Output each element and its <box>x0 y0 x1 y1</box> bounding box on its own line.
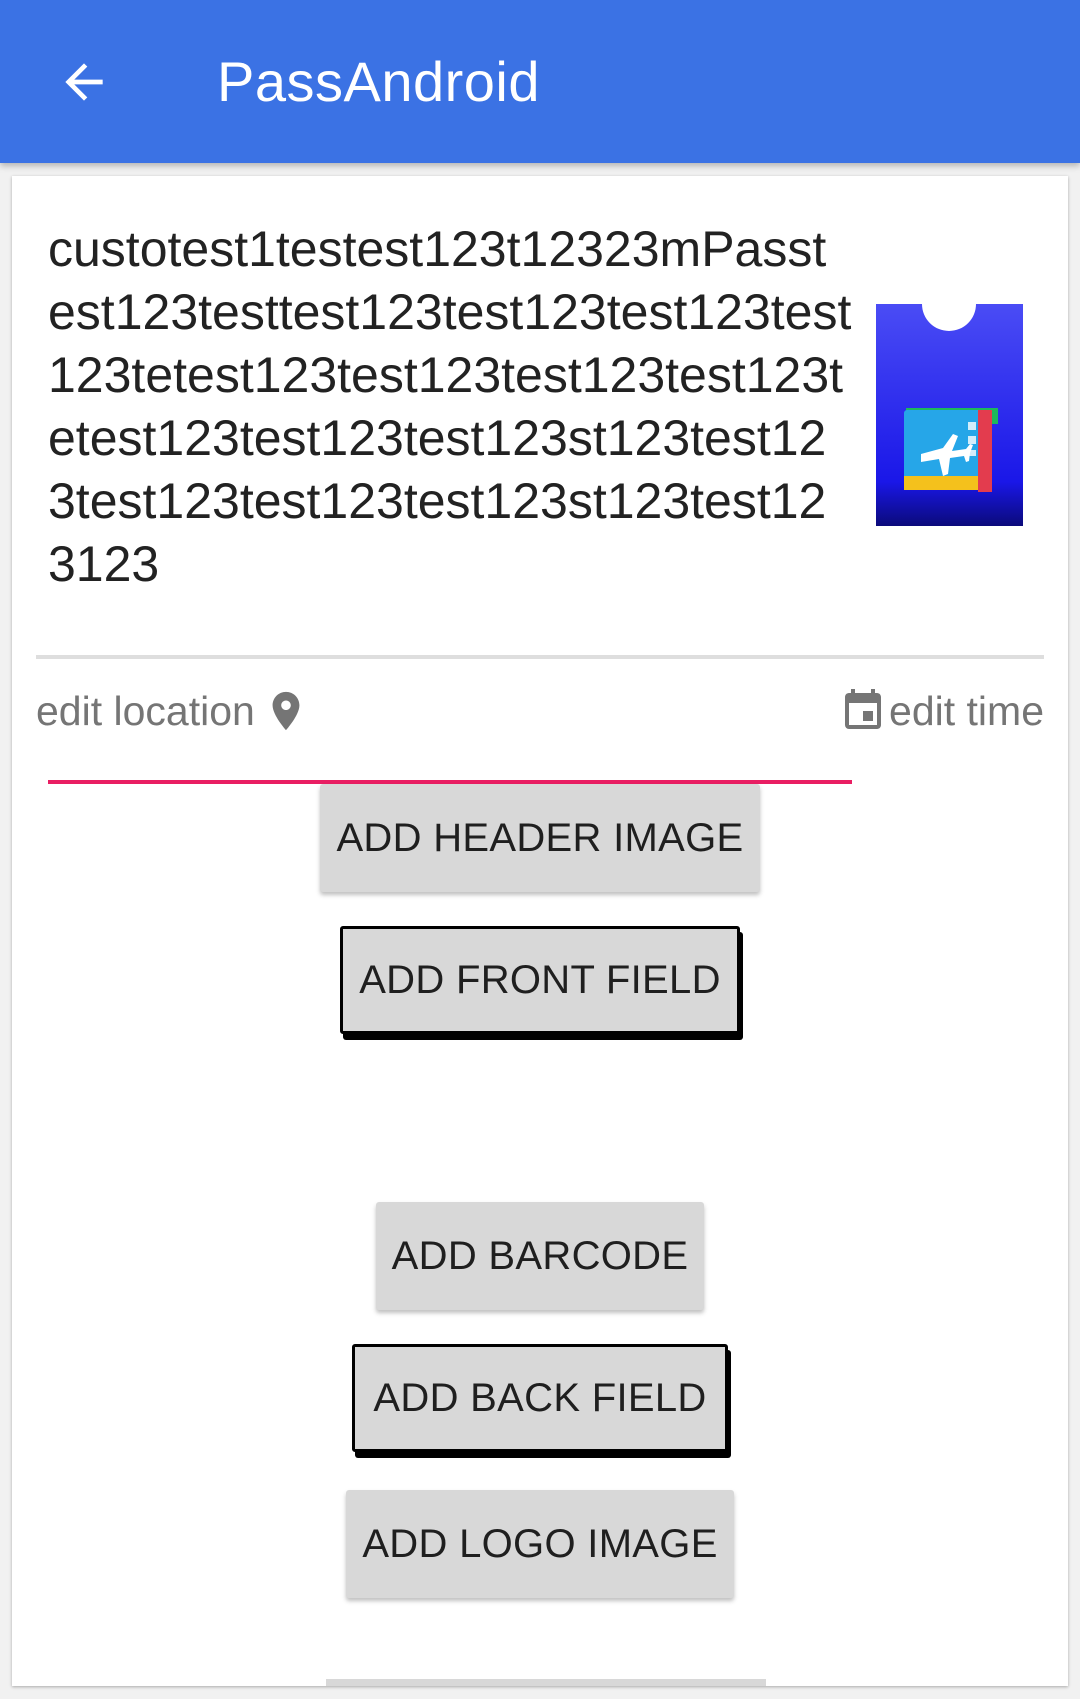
add-barcode-button[interactable]: ADD BARCODE <box>376 1202 704 1310</box>
edit-time-label: edit time <box>889 687 1044 734</box>
next-button-partial[interactable] <box>326 1679 766 1686</box>
back-button[interactable] <box>46 44 122 120</box>
divider <box>36 655 1044 659</box>
location-pin-icon <box>272 691 300 731</box>
calendar-icon <box>845 689 882 729</box>
pass-edit-card: custotest1testest123t12323mPasstest123te… <box>12 176 1068 1686</box>
app-bar: PassAndroid <box>0 0 1080 163</box>
edit-location-button[interactable]: edit location <box>36 681 309 741</box>
add-logo-image-button[interactable]: ADD LOGO IMAGE <box>346 1490 734 1598</box>
edit-time-button[interactable]: edit time <box>839 681 1044 741</box>
add-header-image-button[interactable]: ADD HEADER IMAGE <box>320 784 760 892</box>
arrow-back-icon <box>65 63 103 101</box>
add-back-field-button[interactable]: ADD BACK FIELD <box>352 1344 728 1452</box>
edit-location-label: edit location <box>36 687 255 734</box>
add-front-field-button[interactable]: ADD FRONT FIELD <box>340 926 740 1034</box>
boarding-pass-icon[interactable] <box>876 304 1023 526</box>
app-title: PassAndroid <box>217 50 541 113</box>
